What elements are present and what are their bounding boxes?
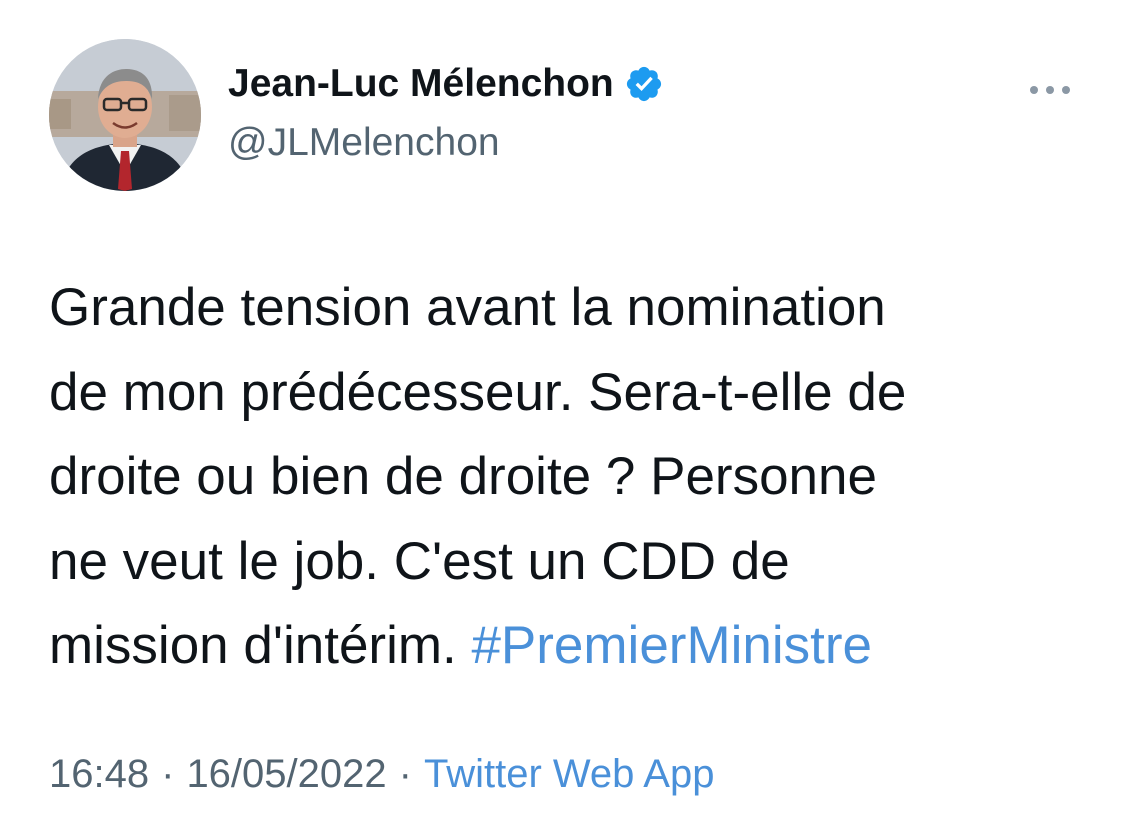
more-options-button[interactable] <box>1024 70 1076 110</box>
tweet-text-line: droite ou bien de droite ? Personne <box>49 447 877 506</box>
author-handle[interactable]: @JLMelenchon <box>228 121 500 165</box>
meta-separator: · <box>161 752 175 796</box>
profile-photo-icon <box>49 39 201 191</box>
tweet-text: Grande tension avant la nomination de mo… <box>49 266 1099 689</box>
verified-badge-icon <box>624 64 664 104</box>
tweet-text-line: mission d'intérim. <box>49 616 472 675</box>
tweet-text-line: Grande tension avant la nomination <box>49 278 886 337</box>
tweet-time[interactable]: 16:48 <box>49 752 149 797</box>
tweet-card: Jean-Luc Mélenchon @JLMelenchon Grande t… <box>0 0 1125 838</box>
meta-separator: · <box>398 752 412 796</box>
avatar[interactable] <box>49 39 201 191</box>
tweet-text-line: ne veut le job. C'est un CDD de <box>49 531 790 591</box>
tweet-date[interactable]: 16/05/2022 <box>186 752 386 797</box>
hashtag-link[interactable]: #PremierMinistre <box>471 616 872 675</box>
author-name[interactable]: Jean-Luc Mélenchon <box>228 62 614 106</box>
tweet-metadata: 16:48 · 16/05/2022 · Twitter Web App <box>49 752 714 797</box>
author-name-row[interactable]: Jean-Luc Mélenchon <box>228 62 664 106</box>
more-options-icon <box>1030 86 1070 94</box>
tweet-text-line: de mon prédécesseur. Sera-t-elle de <box>49 362 907 422</box>
tweet-source-link[interactable]: Twitter Web App <box>424 752 715 797</box>
